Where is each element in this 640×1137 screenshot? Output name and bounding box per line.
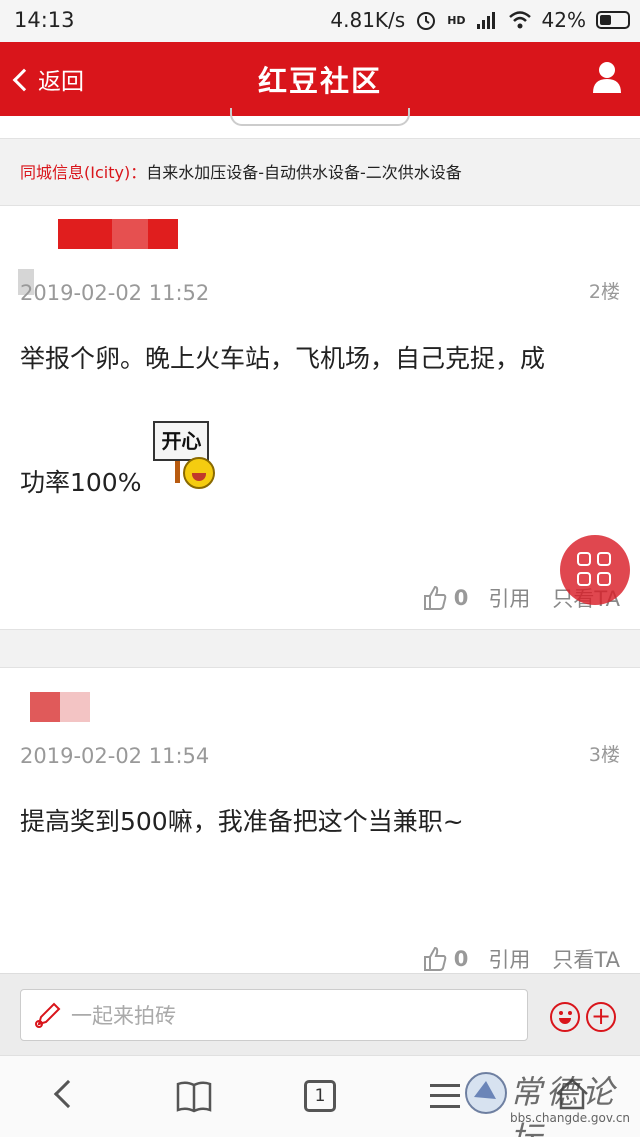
- like-button[interactable]: 0: [422, 585, 469, 611]
- city-info-banner[interactable]: 同城信息(Icity)：自来水加压设备-自动供水设备-二次供水设备: [0, 138, 640, 206]
- battery-percent: 42%: [541, 8, 586, 32]
- status-time: 14:13: [14, 8, 75, 32]
- forum-watermark: 常德论坛 bbs.changde.gov.cn: [458, 1063, 638, 1137]
- like-count: 0: [453, 947, 469, 971]
- bookmarks-icon[interactable]: [176, 1080, 212, 1114]
- thumbs-up-icon: [423, 585, 447, 610]
- floating-grid-menu-button[interactable]: [560, 535, 630, 605]
- grid-icon-cell: [597, 552, 611, 566]
- post-actions: 0 引用 只看TA: [422, 944, 620, 974]
- hd-badge: HD: [447, 13, 466, 27]
- wifi-icon: [508, 11, 531, 29]
- grid-icon-cell: [577, 572, 591, 586]
- user-icon[interactable]: [592, 60, 622, 94]
- grid-icon-cell: [597, 572, 611, 586]
- post-date: 2019-02-02 11:52: [20, 281, 210, 305]
- like-button[interactable]: 0: [422, 946, 469, 972]
- reply-bar: 一起来拍砖 +: [0, 973, 640, 1055]
- watermark-logo-text: 常德论坛: [510, 1073, 619, 1137]
- network-speed: 4.81K/s: [330, 8, 406, 32]
- browser-back-icon[interactable]: [53, 1079, 83, 1109]
- like-count: 0: [453, 586, 469, 610]
- post-floor: 3楼: [588, 744, 620, 766]
- city-info-label: 同城信息(Icity)：: [20, 163, 147, 182]
- pencil-icon: [35, 1002, 61, 1028]
- redacted-username: [30, 692, 90, 722]
- city-info-link[interactable]: 自来水加压设备-自动供水设备-二次供水设备: [146, 163, 462, 182]
- grid-icon-cell: [577, 552, 591, 566]
- tabs-count-button[interactable]: 1: [304, 1080, 336, 1112]
- add-icon[interactable]: +: [586, 1002, 616, 1032]
- post-floor-2: 2019-02-02 11:52 2楼 举报个卵。晚上火车站，飞机场，自己克捉，…: [0, 207, 640, 629]
- browser-menu-icon[interactable]: [430, 1084, 460, 1108]
- post-divider: [0, 629, 640, 668]
- post-floor: 2楼: [588, 281, 620, 303]
- scroll-pill: [230, 108, 410, 126]
- status-icons: 4.81K/s HD 42%: [330, 8, 630, 32]
- top-stub: [0, 108, 640, 136]
- post-content-line: 功率100% 开心: [20, 411, 622, 535]
- post-content-line: 举报个卵。晚上火车站，飞机场，自己克捉，成: [20, 344, 546, 373]
- thumbs-up-icon: [423, 946, 447, 971]
- post-content-text: 功率100%: [20, 468, 142, 497]
- watermark-domain: bbs.changde.gov.cn: [510, 1111, 631, 1125]
- alarm-icon: [417, 12, 436, 30]
- post-content: 举报个卵。晚上火车站，飞机场，自己克捉，成 功率100% 开心: [20, 307, 622, 535]
- cite-button[interactable]: 引用: [488, 583, 530, 613]
- post-floor-3: 2019-02-02 11:54 3楼 提高奖到500嘛，我准备把这个当兼职~ …: [0, 668, 640, 973]
- cite-button[interactable]: 引用: [488, 944, 530, 974]
- page-title: 红豆社区: [257, 64, 382, 98]
- battery-icon: [596, 11, 630, 29]
- status-bar: 14:13 4.81K/s HD 42%: [0, 0, 640, 42]
- redacted-username: [58, 219, 178, 249]
- signal-icon: [476, 12, 495, 29]
- post-content: 提高奖到500嘛，我准备把这个当兼职~: [20, 772, 622, 872]
- only-view-author-button[interactable]: 只看TA: [552, 944, 620, 974]
- smiley-face-icon: [183, 457, 216, 489]
- nav-bar: 返回 红豆社区: [0, 42, 640, 116]
- sticker-sign-text: 开心: [153, 421, 210, 461]
- post-date: 2019-02-02 11:54: [20, 744, 210, 768]
- happy-sign-emoji: 开心: [151, 411, 227, 497]
- watermark-logo-icon: [465, 1072, 507, 1114]
- reply-placeholder: 一起来拍砖: [71, 1004, 176, 1028]
- emoji-icon[interactable]: [550, 1002, 580, 1032]
- sticker-stick: [175, 461, 181, 483]
- reply-input[interactable]: 一起来拍砖: [20, 989, 528, 1041]
- post-content-line: 提高奖到500嘛，我准备把这个当兼职~: [20, 807, 464, 836]
